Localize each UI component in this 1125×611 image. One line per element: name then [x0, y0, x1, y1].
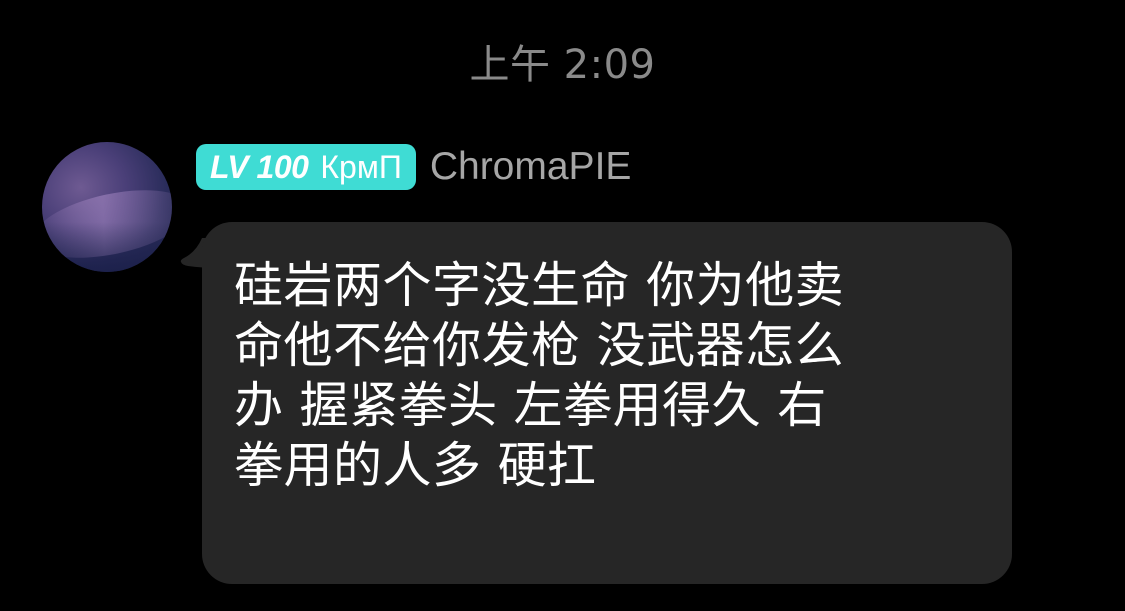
level-label: LV 100	[210, 148, 309, 185]
sender-name[interactable]: ChromaPIE	[430, 145, 632, 189]
message-line: 硅岩两个字没生命 你为他卖	[234, 257, 845, 314]
message-text: 硅岩两个字没生命 你为他卖 命他不给你发枪 没武器怎么 办 握紧拳头 左拳用得久…	[234, 256, 982, 496]
message-line: 办 握紧拳头 左拳用得久 右	[234, 377, 827, 434]
avatar-image-shade	[42, 222, 172, 272]
sender-header: LV 100 КрмП ChromaPIE	[196, 144, 631, 190]
member-title: КрмП	[320, 148, 402, 185]
sender-avatar[interactable]	[42, 142, 172, 272]
message-bubble[interactable]: 硅岩两个字没生命 你为他卖 命他不给你发枪 没武器怎么 办 握紧拳头 左拳用得久…	[202, 222, 1012, 584]
message-line: 命他不给你发枪 没武器怎么	[234, 317, 845, 374]
level-badge[interactable]: LV 100 КрмП	[196, 144, 416, 190]
message-line: 拳用的人多 硬扛	[234, 437, 597, 494]
chat-message: LV 100 КрмП ChromaPIE 硅岩两个字没生命 你为他卖 命他不给…	[0, 0, 1125, 611]
